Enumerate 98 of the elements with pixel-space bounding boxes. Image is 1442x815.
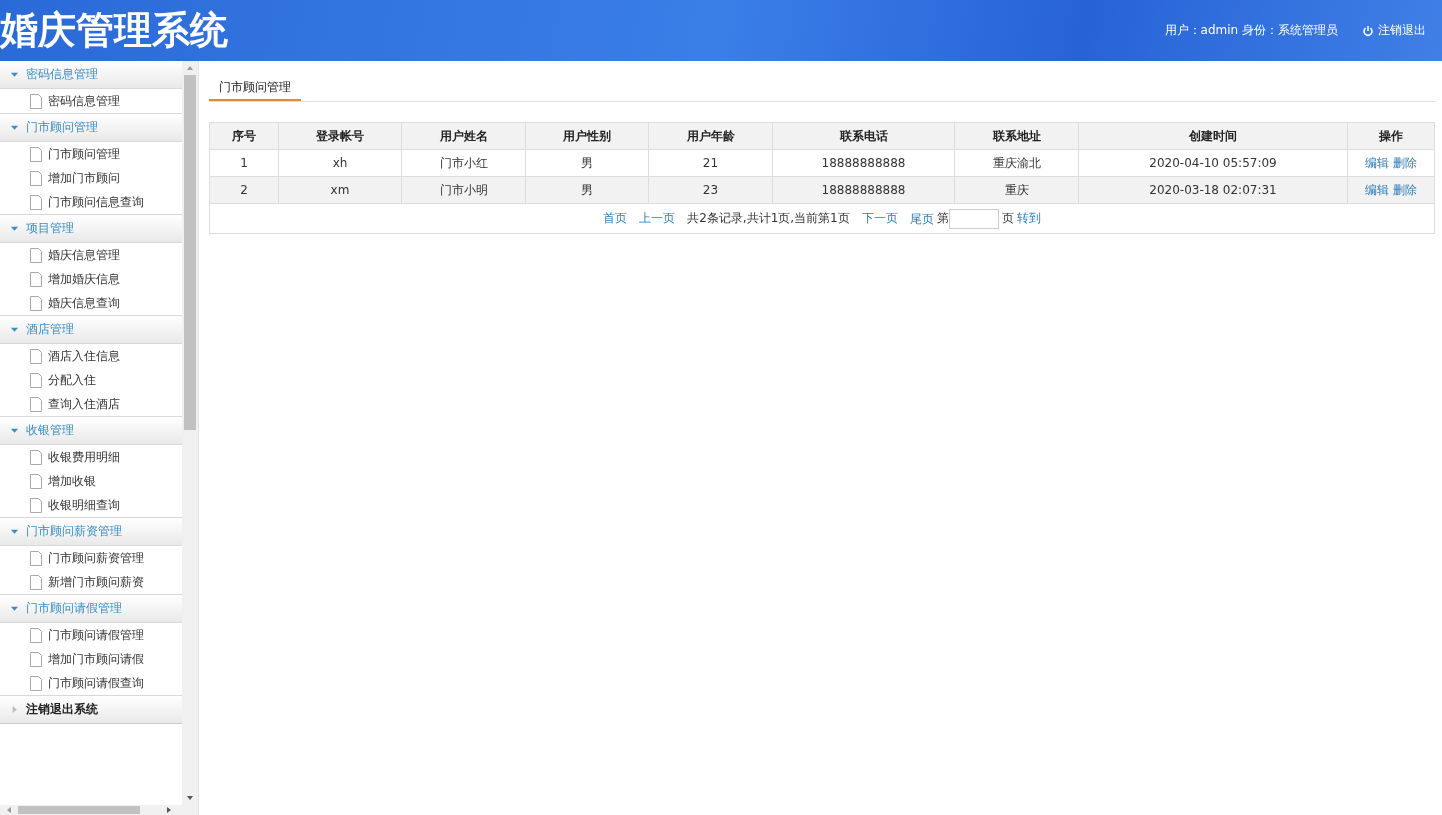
- column-header: 创建时间: [1078, 122, 1348, 150]
- tab[interactable]: 门市顾问管理: [209, 75, 301, 101]
- page-label: 第: [936, 211, 949, 225]
- power-icon: [1362, 24, 1374, 37]
- table-cell: xh: [278, 149, 402, 177]
- menu-item[interactable]: 增加门市顾问请假: [0, 647, 182, 671]
- delete-link[interactable]: 删除: [1392, 182, 1417, 197]
- table-cell: 23: [648, 176, 773, 204]
- document-icon: [30, 550, 42, 566]
- caret-right-icon: [10, 705, 19, 714]
- column-header: 用户姓名: [401, 122, 526, 150]
- table-cell: 男: [525, 176, 649, 204]
- go-link[interactable]: 转到: [1016, 211, 1041, 225]
- menu-item[interactable]: 收银明细查询: [0, 493, 182, 517]
- document-icon: [30, 295, 42, 311]
- menu-item[interactable]: 门市顾问请假管理: [0, 623, 182, 647]
- document-icon: [30, 271, 42, 287]
- vertical-scrollbar[interactable]: [182, 61, 198, 805]
- document-icon: [30, 651, 42, 667]
- menu-item[interactable]: 新增门市顾问薪资: [0, 570, 182, 594]
- document-icon: [30, 247, 42, 263]
- table-cell: 2020-03-18 02:07:31: [1078, 176, 1348, 204]
- horizontal-scrollbar[interactable]: [0, 805, 198, 815]
- caret-down-icon: [10, 426, 19, 435]
- document-icon: [30, 497, 42, 513]
- document-icon: [30, 348, 42, 364]
- group-label: 酒店管理: [26, 321, 74, 338]
- caret-down-icon: [10, 70, 19, 79]
- table-cell: 2020-04-10 05:57:09: [1078, 149, 1348, 177]
- document-icon: [30, 675, 42, 691]
- column-header: 序号: [209, 122, 279, 150]
- caret-down-icon: [10, 604, 19, 613]
- column-header: 用户性别: [525, 122, 649, 150]
- column-header: 用户年龄: [648, 122, 773, 150]
- document-icon: [30, 627, 42, 643]
- table-cell: 1: [209, 149, 279, 177]
- menu-item[interactable]: 酒店入住信息: [0, 344, 182, 368]
- caret-down-icon: [10, 527, 19, 536]
- document-icon: [30, 170, 42, 186]
- menu-item[interactable]: 密码信息管理: [0, 89, 182, 113]
- column-header: 联系电话: [772, 122, 955, 150]
- caret-down-icon: [10, 224, 19, 233]
- table-cell: 2: [209, 176, 279, 204]
- edit-link[interactable]: 编辑: [1365, 155, 1390, 170]
- group-label: 收银管理: [26, 422, 74, 439]
- page-label: 页: [1001, 211, 1014, 225]
- table-cell: 男: [525, 149, 649, 177]
- table-cell: xm: [278, 176, 402, 204]
- page-number-input[interactable]: [948, 208, 999, 229]
- table-cell: 重庆渝北: [954, 149, 1079, 177]
- group-label: 门市顾问管理: [26, 119, 98, 136]
- menu-item[interactable]: 查询入住酒店: [0, 392, 182, 416]
- menu-item[interactable]: 门市顾问信息查询: [0, 190, 182, 214]
- group-label: 注销退出系统: [26, 701, 98, 718]
- caret-down-icon: [10, 123, 19, 132]
- last-page-link[interactable]: 尾页: [909, 211, 934, 225]
- menu-item[interactable]: 增加婚庆信息: [0, 267, 182, 291]
- menu-item[interactable]: 婚庆信息管理: [0, 243, 182, 267]
- document-icon: [30, 194, 42, 210]
- record-summary: 共2条记录,共计1页,当前第1页: [687, 211, 850, 225]
- scrollbar-thumb[interactable]: [184, 75, 196, 430]
- logout-link[interactable]: 注销退出: [1362, 22, 1426, 39]
- table-cell: 18888888888: [772, 149, 955, 177]
- document-icon: [30, 574, 42, 590]
- menu-item[interactable]: 门市顾问管理: [0, 142, 182, 166]
- group-label: 门市顾问请假管理: [26, 600, 122, 617]
- menu-item[interactable]: 增加门市顾问: [0, 166, 182, 190]
- column-header: 操作: [1347, 122, 1435, 150]
- document-icon: [30, 449, 42, 465]
- group-label: 门市顾问薪资管理: [26, 523, 122, 540]
- menu-item[interactable]: 婚庆信息查询: [0, 291, 182, 315]
- group-label: 密码信息管理: [26, 66, 98, 83]
- table-cell: 18888888888: [772, 176, 955, 204]
- document-icon: [30, 396, 42, 412]
- table-cell: 重庆: [954, 176, 1079, 204]
- menu-item[interactable]: 增加收银: [0, 469, 182, 493]
- next-page-link[interactable]: 下一页: [861, 211, 898, 225]
- document-icon: [30, 93, 42, 109]
- table-cell: 门市小明: [401, 176, 526, 204]
- delete-link[interactable]: 删除: [1392, 155, 1417, 170]
- prev-page-link[interactable]: 上一页: [639, 211, 676, 225]
- menu-item[interactable]: 分配入住: [0, 368, 182, 392]
- menu-item[interactable]: 门市顾问薪资管理: [0, 546, 182, 570]
- column-header: 联系地址: [954, 122, 1079, 150]
- menu-item[interactable]: 收银费用明细: [0, 445, 182, 469]
- group-label: 项目管理: [26, 220, 74, 237]
- edit-link[interactable]: 编辑: [1365, 182, 1390, 197]
- document-icon: [30, 372, 42, 388]
- first-page-link[interactable]: 首页: [603, 211, 628, 225]
- table-cell: 门市小红: [401, 149, 526, 177]
- document-icon: [30, 146, 42, 162]
- user-info: 用户：admin 身份：系统管理员: [1164, 22, 1338, 39]
- table-cell: 21: [648, 149, 773, 177]
- column-header: 登录帐号: [278, 122, 402, 150]
- scrollbar-thumb[interactable]: [18, 806, 140, 814]
- caret-down-icon: [10, 325, 19, 334]
- document-icon: [30, 473, 42, 489]
- menu-item[interactable]: 门市顾问请假查询: [0, 671, 182, 695]
